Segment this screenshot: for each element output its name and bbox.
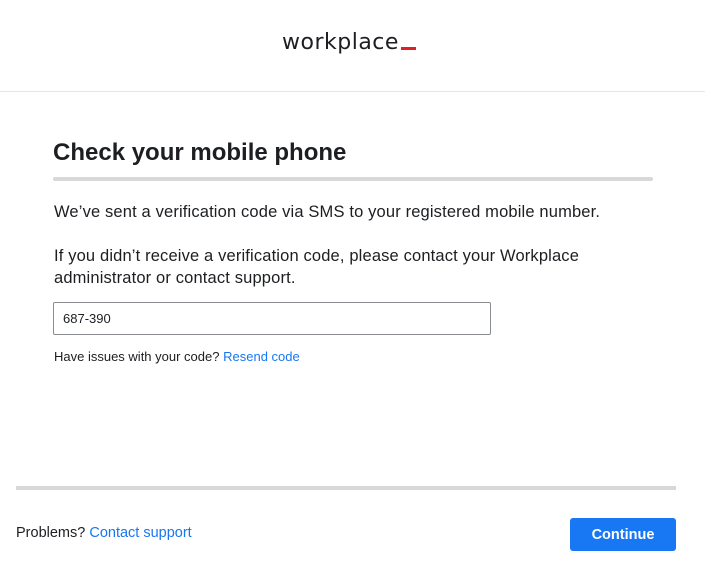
problems-text: Problems?	[16, 525, 86, 541]
footer-divider	[16, 486, 676, 490]
resend-code-link[interactable]: Resend code	[223, 349, 300, 364]
help-message: If you didn’t receive a verification cod…	[54, 247, 580, 287]
contact-support-link[interactable]: Contact support	[89, 525, 191, 541]
continue-button[interactable]: Continue	[570, 518, 676, 551]
header: workplace	[0, 0, 705, 92]
sms-sent-message: We’ve sent a verification code via SMS t…	[54, 203, 601, 221]
title-divider	[53, 177, 653, 181]
logo-text: workplace	[282, 30, 399, 55]
logo-underscore-mark	[400, 47, 416, 50]
code-issues-row: Have issues with your code? Resend code	[54, 349, 300, 364]
verification-code-input[interactable]	[53, 302, 491, 335]
footer-help: Problems? Contact support	[16, 525, 192, 541]
code-issues-text: Have issues with your code?	[54, 349, 220, 364]
page-title: Check your mobile phone	[53, 139, 347, 166]
workplace-logo: workplace	[282, 30, 416, 55]
